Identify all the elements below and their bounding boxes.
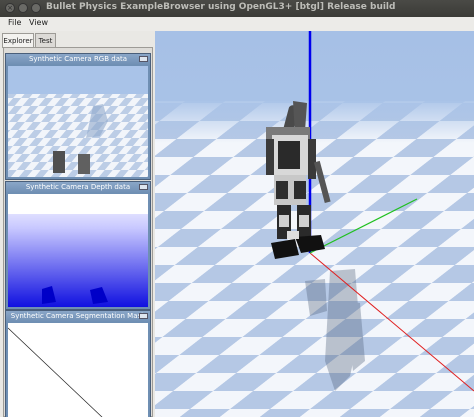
segmentation-image	[8, 323, 148, 417]
tab-explorer[interactable]: Explorer	[2, 33, 34, 48]
rgb-subview-header[interactable]: Synthetic Camera RGB data	[6, 54, 150, 65]
segmentation-subview[interactable]: Synthetic Camera Segmentation Mask	[5, 310, 151, 417]
window-titlebar: × Bullet Physics ExampleBrowser using Op…	[0, 0, 474, 18]
segmentation-image-graphic	[8, 323, 148, 417]
depth-subview-header[interactable]: Synthetic Camera Depth data	[6, 182, 150, 193]
window-title: Bullet Physics ExampleBrowser using Open…	[46, 2, 396, 12]
menu-file[interactable]: File	[8, 18, 21, 27]
rgb-image-graphic	[8, 66, 148, 177]
menu-view[interactable]: View	[29, 18, 48, 27]
tab-test[interactable]: Test	[35, 33, 56, 47]
rgb-subview-title: Synthetic Camera RGB data	[28, 55, 128, 63]
3d-scene	[155, 31, 474, 417]
depth-image	[8, 194, 148, 307]
minimize-window-button[interactable]	[18, 3, 28, 13]
3d-viewport[interactable]	[155, 31, 474, 417]
depth-image-graphic	[8, 194, 148, 307]
menubar: File View	[0, 17, 474, 32]
segmentation-subview-close-button[interactable]	[139, 313, 148, 319]
depth-subview-title: Synthetic Camera Depth data	[25, 183, 131, 191]
segmentation-subview-header[interactable]: Synthetic Camera Segmentation Mask	[6, 311, 150, 322]
rgb-subview-close-button[interactable]	[139, 56, 148, 62]
maximize-window-button[interactable]	[31, 3, 41, 13]
rgb-image	[8, 66, 148, 177]
rgb-subview[interactable]: Synthetic Camera RGB data	[5, 53, 151, 180]
segmentation-subview-title: Synthetic Camera Segmentation Mask	[10, 312, 146, 320]
depth-subview[interactable]: Synthetic Camera Depth data	[5, 181, 151, 310]
close-window-button[interactable]: ×	[5, 3, 15, 13]
depth-subview-close-button[interactable]	[139, 184, 148, 190]
left-pane: Explorer Test Synthetic Camera RGB data	[0, 31, 155, 417]
